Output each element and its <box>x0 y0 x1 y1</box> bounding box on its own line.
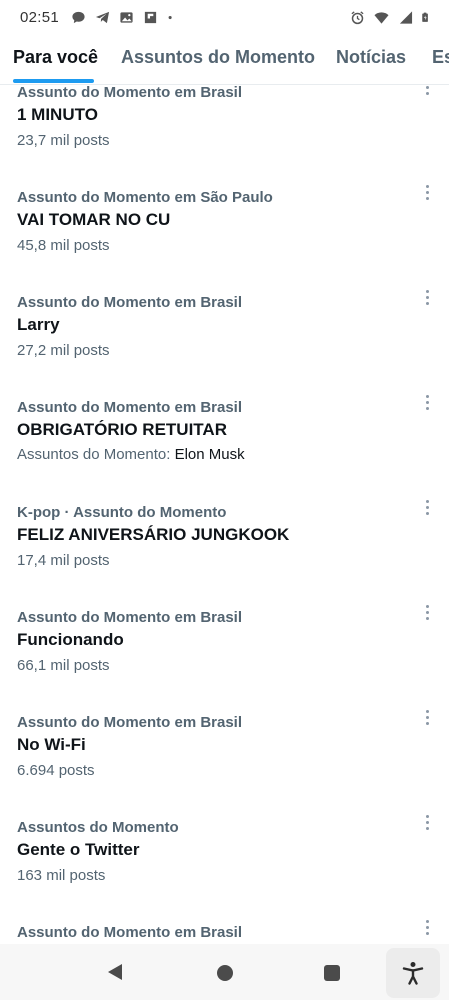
more-options-icon[interactable] <box>419 603 437 623</box>
more-options-icon[interactable] <box>419 393 437 413</box>
more-options-icon[interactable] <box>419 708 437 728</box>
trend-item[interactable]: Assunto do Momento em Brasil Funcionando… <box>0 605 449 712</box>
related-prefix: Assuntos do Momento: <box>17 446 171 463</box>
trend-context: Assunto do Momento em São Paulo <box>17 189 273 206</box>
trend-context: Assunto do Momento em Brasil <box>17 294 243 311</box>
accessibility-button[interactable] <box>386 948 440 998</box>
trend-post-count: 23,7 mil posts <box>17 132 110 149</box>
trend-title: FELIZ ANIVERSÁRIO JUNGKOOK <box>17 525 290 544</box>
active-tab-indicator <box>13 79 94 83</box>
trend-context: Assunto do Momento em Brasil <box>17 85 243 101</box>
trend-title: VAI TOMAR NO CU <box>17 210 171 229</box>
more-options-icon[interactable] <box>419 183 437 203</box>
system-nav-bar <box>0 944 449 1000</box>
trend-post-count: 17,4 mil posts <box>17 552 110 569</box>
battery-icon <box>422 12 428 22</box>
trends-feed[interactable]: Assunto do Momento em Brasil 1 MINUTO 23… <box>0 85 449 945</box>
more-options-icon[interactable] <box>419 813 437 833</box>
more-options-icon[interactable] <box>419 288 437 308</box>
trend-post-count: 66,1 mil posts <box>17 657 110 674</box>
signal-icon <box>399 10 413 24</box>
tab-assuntos-do-momento[interactable]: Assuntos do Momento <box>121 47 315 68</box>
trend-title: Gente o Twitter <box>17 840 140 859</box>
trend-title: OBRIGATÓRIO RETUITAR <box>17 420 227 439</box>
status-right <box>350 10 431 25</box>
trend-related-topics: Assuntos do Momento: Elon Musk <box>17 446 245 463</box>
related-topic-name[interactable]: Elon Musk <box>175 446 245 463</box>
status-left: 02:51 <box>20 9 177 26</box>
alarm-icon <box>351 10 364 24</box>
trend-context: Assunto do Momento em Brasil <box>17 399 243 416</box>
trend-title: 1 MINUTO <box>17 105 98 124</box>
gallery-icon <box>120 11 133 23</box>
trend-item[interactable]: Assunto do Momento em Brasil 1 MINUTO 23… <box>0 85 449 187</box>
dot-icon <box>168 15 172 19</box>
tab-noticias[interactable]: Notícias <box>336 47 406 68</box>
more-options-icon[interactable] <box>419 918 437 938</box>
notification-icons <box>71 10 177 25</box>
trend-item[interactable]: Assunto do Momento em Brasil No Wi-Fi 6.… <box>0 710 449 817</box>
tab-bar: Para você Assuntos do Momento Notícias E… <box>0 34 449 85</box>
accessibility-icon <box>402 962 424 985</box>
more-options-icon[interactable] <box>419 85 437 98</box>
trend-item[interactable]: K-pop · Assunto do Momento FELIZ ANIVERS… <box>0 500 449 607</box>
tab-esportes[interactable]: Es <box>432 47 449 68</box>
trend-post-count: 27,2 mil posts <box>17 342 110 359</box>
back-icon[interactable] <box>106 963 124 981</box>
chat-bubble-icon <box>72 11 85 23</box>
trend-post-count: 163 mil posts <box>17 867 106 884</box>
trend-item[interactable]: Assuntos do Momento Gente o Twitter 163 … <box>0 815 449 922</box>
trend-context: Assunto do Momento em Brasil <box>17 609 243 626</box>
trend-title: No Wi-Fi <box>17 735 86 754</box>
tab-para-voce[interactable]: Para você <box>13 47 98 68</box>
wifi-icon <box>374 11 389 24</box>
home-icon[interactable] <box>217 965 233 981</box>
trend-post-count: 6.694 posts <box>17 762 95 779</box>
recents-icon[interactable] <box>324 965 340 981</box>
flipboard-icon <box>144 11 157 23</box>
trend-item[interactable]: Assunto do Momento em São Paulo VAI TOMA… <box>0 185 449 292</box>
trend-post-count: 45,8 mil posts <box>17 237 110 254</box>
trend-title: Larry <box>17 315 60 334</box>
status-time: 02:51 <box>20 8 60 26</box>
status-bar: 02:51 <box>0 0 449 34</box>
trend-item[interactable]: Assunto do Momento em Brasil <box>0 920 449 945</box>
trend-context: K-pop · Assunto do Momento <box>17 504 227 521</box>
trend-item[interactable]: Assunto do Momento em Brasil Larry 27,2 … <box>0 290 449 397</box>
trend-context: Assuntos do Momento <box>17 819 179 836</box>
trend-context: Assunto do Momento em Brasil <box>17 924 243 941</box>
telegram-icon <box>95 11 110 23</box>
trend-context: Assunto do Momento em Brasil <box>17 714 243 731</box>
trend-title: Funcionando <box>17 630 124 649</box>
trend-item[interactable]: Assunto do Momento em Brasil OBRIGATÓRIO… <box>0 395 449 502</box>
more-options-icon[interactable] <box>419 498 437 518</box>
